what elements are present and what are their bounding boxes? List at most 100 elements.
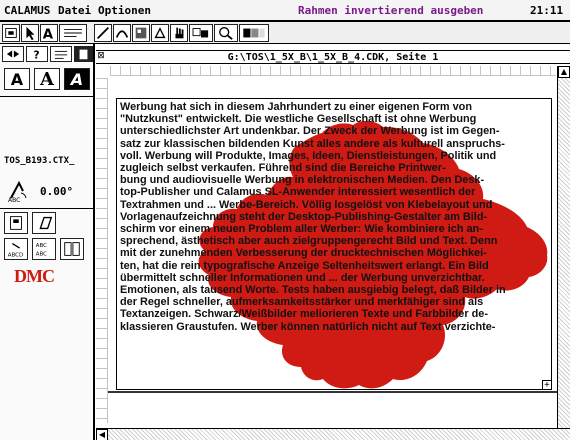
body-text-line: Textanzeigen. Schwarz/Weißbilder meliori… <box>120 308 488 321</box>
text-run-button[interactable]: ABC ABC <box>32 238 56 260</box>
hand-tool-button[interactable] <box>170 24 188 42</box>
text-tool-icon: A <box>43 27 54 41</box>
body-text-line: Textrahmen und ... Werbe-Bereich. Völlig… <box>120 198 493 211</box>
text-flow-icon: ABCD <box>8 242 23 258</box>
body-text-line: top-Publisher und Calamus SL-Anwender in… <box>120 186 476 199</box>
curve-icon <box>115 30 129 38</box>
horizontal-ruler <box>110 66 556 76</box>
curve-tool-button[interactable] <box>113 24 131 42</box>
frame-edit-icon <box>10 216 22 230</box>
text-flow-button[interactable]: ABCD <box>4 238 28 260</box>
tool-panel: ? A A A TOS_B193.CTX_ ABC 0.00° ABCD ABC… <box>0 44 95 440</box>
rotate-button[interactable]: ABC <box>6 178 32 204</box>
resize-handle[interactable]: + <box>542 380 552 390</box>
svg-text:ABC: ABC <box>36 243 47 249</box>
body-text-line: voll. Werbung will Produkte, Images, Ide… <box>120 149 497 162</box>
body-text: Werbung hat sich in diesem Jahrhundert z… <box>120 101 550 333</box>
window-title-bar[interactable]: ⊠ G:\TOS\1_5X_B\1_5X_B_4.CDK, Seite 1 <box>96 50 570 64</box>
frame-tool-button[interactable] <box>2 24 20 42</box>
scroll-left-icon[interactable]: ◀ <box>96 429 108 440</box>
body-text-line: "Nutzkunst" entwickelt. Die westliche Ge… <box>120 113 477 126</box>
divider <box>0 208 93 209</box>
text-tool-button[interactable]: A <box>40 24 58 42</box>
columns-button[interactable] <box>60 238 84 260</box>
raster-image-icon <box>135 27 147 39</box>
question-icon: ? <box>34 49 40 61</box>
frame-slant-button[interactable] <box>32 212 56 234</box>
raster-tool-button[interactable] <box>132 24 150 42</box>
group-icon <box>192 28 209 38</box>
letter-a-bold-icon: A <box>40 69 54 90</box>
zoom-tool-button[interactable] <box>214 24 238 42</box>
text-module-icon <box>54 50 68 59</box>
page-icon <box>79 49 88 60</box>
document-window: ⊠ G:\TOS\1_5X_B\1_5X_B_4.CDK, Seite 1 We… <box>96 44 570 440</box>
text-style-normal-button[interactable]: A <box>4 68 30 90</box>
svg-text:?: ? <box>34 49 40 61</box>
pointer-tool-button[interactable] <box>21 24 39 42</box>
body-text-line: der Regel schneller, aufmerksamkeitsstär… <box>120 296 484 309</box>
line-icon <box>97 27 109 39</box>
divider <box>0 96 93 97</box>
body-text-line: unterschiedlichster Art undenkbar. Der Z… <box>120 125 500 138</box>
slant-icon <box>39 216 53 230</box>
body-text-line: Vorlagenaufzeichnung steht der Desktop-P… <box>120 210 488 223</box>
body-text-line: sprechend, ästhetisch aber auch zielgrup… <box>120 235 498 248</box>
svg-text:ABC: ABC <box>8 197 20 204</box>
window-title: G:\TOS\1_5X_B\1_5X_B_4.CDK, Seite 1 <box>227 52 439 63</box>
svg-text:ABCD: ABCD <box>8 252 23 258</box>
body-text-line: ten, hat die rein typografische Anzeige … <box>120 259 489 272</box>
body-text-line: bung und audiovisuelle Werbung in elektr… <box>120 174 485 187</box>
horizontal-scrollbar[interactable]: ◀ <box>96 428 570 440</box>
color-tool-button[interactable] <box>239 24 269 42</box>
body-text-line: satz zur klassischen bildenden Kunst all… <box>120 137 505 150</box>
scroll-up-icon[interactable]: ▲ <box>558 66 570 78</box>
text-lines-icon <box>64 29 82 37</box>
columns-icon <box>64 242 80 256</box>
zoom-icon <box>219 27 233 40</box>
body-text-line: klassieren Graustufen. Werber können nat… <box>120 320 496 333</box>
module-arrows-icon <box>6 50 20 58</box>
text-style-bold-button[interactable]: A <box>34 68 60 90</box>
body-text-line: schirm vor einem neuen Problem aller Wer… <box>120 223 483 236</box>
help-button[interactable]: ? <box>26 46 48 62</box>
text-style-inverse-button[interactable]: A <box>64 68 90 90</box>
letter-a-inverse-icon: A <box>70 70 84 89</box>
rotate-icon: ABC <box>8 180 27 204</box>
text-run-icon: ABC ABC <box>36 243 47 257</box>
body-text-line: Werbung hat sich in diesem Jahrhundert z… <box>120 101 472 113</box>
text-frame-button[interactable] <box>59 24 87 42</box>
clock: 21:11 <box>530 4 564 17</box>
menu-datei[interactable]: Datei <box>58 4 91 17</box>
hand-icon <box>175 27 184 39</box>
module-button-1[interactable] <box>2 46 24 62</box>
page-module-button[interactable] <box>74 46 93 62</box>
menu-bar: CALAMUS Datei Optionen Rahmen invertiere… <box>0 0 570 22</box>
vertical-scrollbar[interactable]: ▲ <box>557 66 570 428</box>
text-frame[interactable]: Werbung hat sich in diesem Jahrhundert z… <box>116 98 552 390</box>
menu-optionen[interactable]: Optionen <box>98 4 151 17</box>
vertical-ruler <box>96 78 108 423</box>
svg-text:ABC: ABC <box>36 251 47 257</box>
frame-icon <box>5 28 17 38</box>
frame-name: TOS_B193.CTX_ <box>4 156 75 166</box>
group-tool-button[interactable] <box>189 24 213 42</box>
body-text-line: Emotionen, als tausend Worte. Tests habe… <box>120 284 506 297</box>
letter-a-icon: A <box>10 70 24 89</box>
status-message: Rahmen invertierend ausgeben <box>298 4 484 17</box>
text-module-button[interactable] <box>50 46 72 62</box>
body-text-line: zugleich selbst verkaufen. Führend sind … <box>120 162 446 175</box>
line-tool-button[interactable] <box>94 24 112 42</box>
vector-icon <box>154 27 166 39</box>
vector-tool-button[interactable] <box>151 24 169 42</box>
palette-icon <box>243 28 265 38</box>
body-text-line: mit der zunehmenden Verbesserung der dru… <box>120 247 487 260</box>
arrow-pointer-icon <box>26 26 35 41</box>
body-text-line: übermittelt schneller Informationen und … <box>120 271 485 284</box>
page-edge-line <box>108 391 558 393</box>
frame-edit-button[interactable] <box>4 212 28 234</box>
dmc-logo: DMC <box>14 266 55 286</box>
svg-text:A: A <box>43 27 54 41</box>
rotation-angle: 0.00° <box>40 185 74 198</box>
app-menu[interactable]: CALAMUS <box>4 4 50 17</box>
